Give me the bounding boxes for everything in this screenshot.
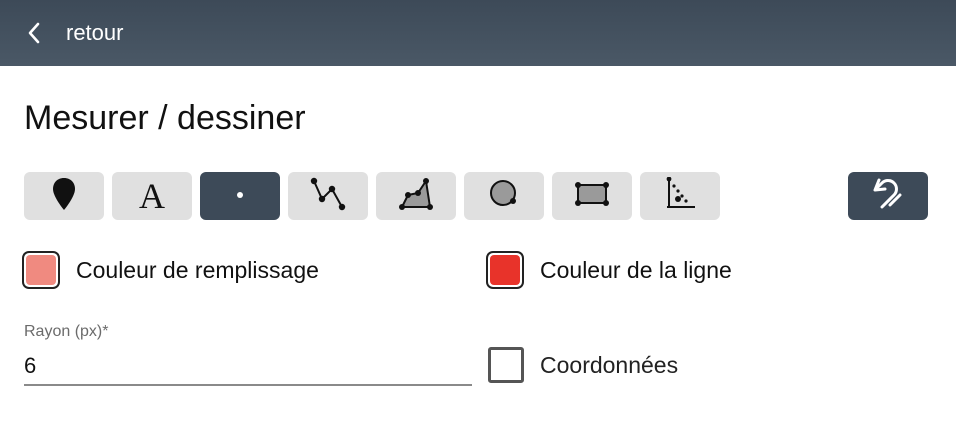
back-button[interactable]: retour [0,0,123,66]
axes-icon [663,176,697,216]
top-bar: retour [0,0,956,66]
line-color-value [490,255,520,285]
drawing-toolbar: A [24,172,928,220]
polyline-icon [310,177,346,216]
coordinates-option[interactable]: Coordonnées [488,347,678,383]
tool-point-button[interactable] [200,172,280,220]
fill-color-picker[interactable]: Couleur de remplissage [22,250,319,290]
chevron-left-icon [24,22,44,44]
page-title: Mesurer / dessiner [24,99,306,137]
text-A-icon: A [139,176,165,216]
tool-polygon-button[interactable] [376,172,456,220]
coordinates-label: Coordonnées [540,351,679,378]
fill-color-swatch[interactable] [22,251,60,289]
rectangle-icon [574,180,610,213]
coordinates-checkbox[interactable] [488,347,524,383]
back-label: retour [66,20,124,45]
radius-label: Rayon (px)* [24,323,109,340]
undo-icon [870,177,906,216]
radius-field: Rayon (px)* [24,322,472,388]
polygon-icon [398,177,434,216]
tool-rectangle-button[interactable] [552,172,632,220]
fill-color-value [26,255,56,285]
line-color-label: Couleur de la ligne [540,256,732,283]
tool-text-button[interactable]: A [112,172,192,220]
tool-marker-button[interactable] [24,172,104,220]
line-color-picker[interactable]: Couleur de la ligne [486,250,732,290]
fill-color-label: Couleur de remplissage [76,256,319,283]
radius-input[interactable] [24,348,472,386]
tool-circle-button[interactable] [464,172,544,220]
point-icon [235,187,245,205]
undo-button[interactable] [848,172,928,220]
circle-icon [487,177,521,216]
map-pin-icon [51,176,77,217]
line-color-swatch[interactable] [486,251,524,289]
tool-line-button[interactable] [288,172,368,220]
tool-coordinates-button[interactable] [640,172,720,220]
